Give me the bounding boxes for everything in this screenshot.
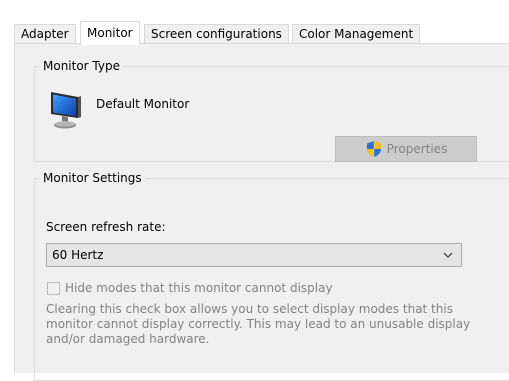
chevron-down-icon	[443, 252, 453, 258]
monitor-name: Default Monitor	[96, 97, 190, 111]
refresh-rate-value: 60 Hertz	[52, 248, 104, 262]
properties-button[interactable]: Properties	[335, 136, 477, 162]
monitor-settings-legend: Monitor Settings	[43, 171, 142, 185]
monitor-tab-page: Monitor Type Default Monitor Properties …	[14, 43, 509, 381]
refresh-rate-label: Screen refresh rate:	[46, 220, 166, 234]
tab-color-management[interactable]: Color Management	[292, 24, 421, 44]
tab-strip: Adapter Monitor Screen configurations Co…	[0, 0, 509, 45]
tab-adapter[interactable]: Adapter	[14, 24, 76, 44]
hide-modes-row: Hide modes that this monitor cannot disp…	[47, 280, 333, 296]
hide-modes-label: Hide modes that this monitor cannot disp…	[65, 281, 333, 295]
monitor-type-legend: Monitor Type	[43, 59, 120, 73]
monitor-type-group: Monitor Type Default Monitor Properties	[34, 59, 509, 162]
tab-screen-configurations[interactable]: Screen configurations	[144, 24, 289, 44]
properties-button-label: Properties	[386, 142, 448, 156]
monitor-icon	[51, 92, 81, 129]
uac-shield-icon	[366, 141, 381, 157]
refresh-rate-select[interactable]: 60 Hertz	[46, 243, 462, 267]
monitor-settings-group: Monitor Settings Screen refresh rate: 60…	[34, 171, 509, 381]
hide-modes-description: Clearing this check box allows you to se…	[46, 302, 471, 346]
hide-modes-checkbox[interactable]	[47, 281, 60, 295]
tab-monitor[interactable]: Monitor	[80, 21, 140, 45]
